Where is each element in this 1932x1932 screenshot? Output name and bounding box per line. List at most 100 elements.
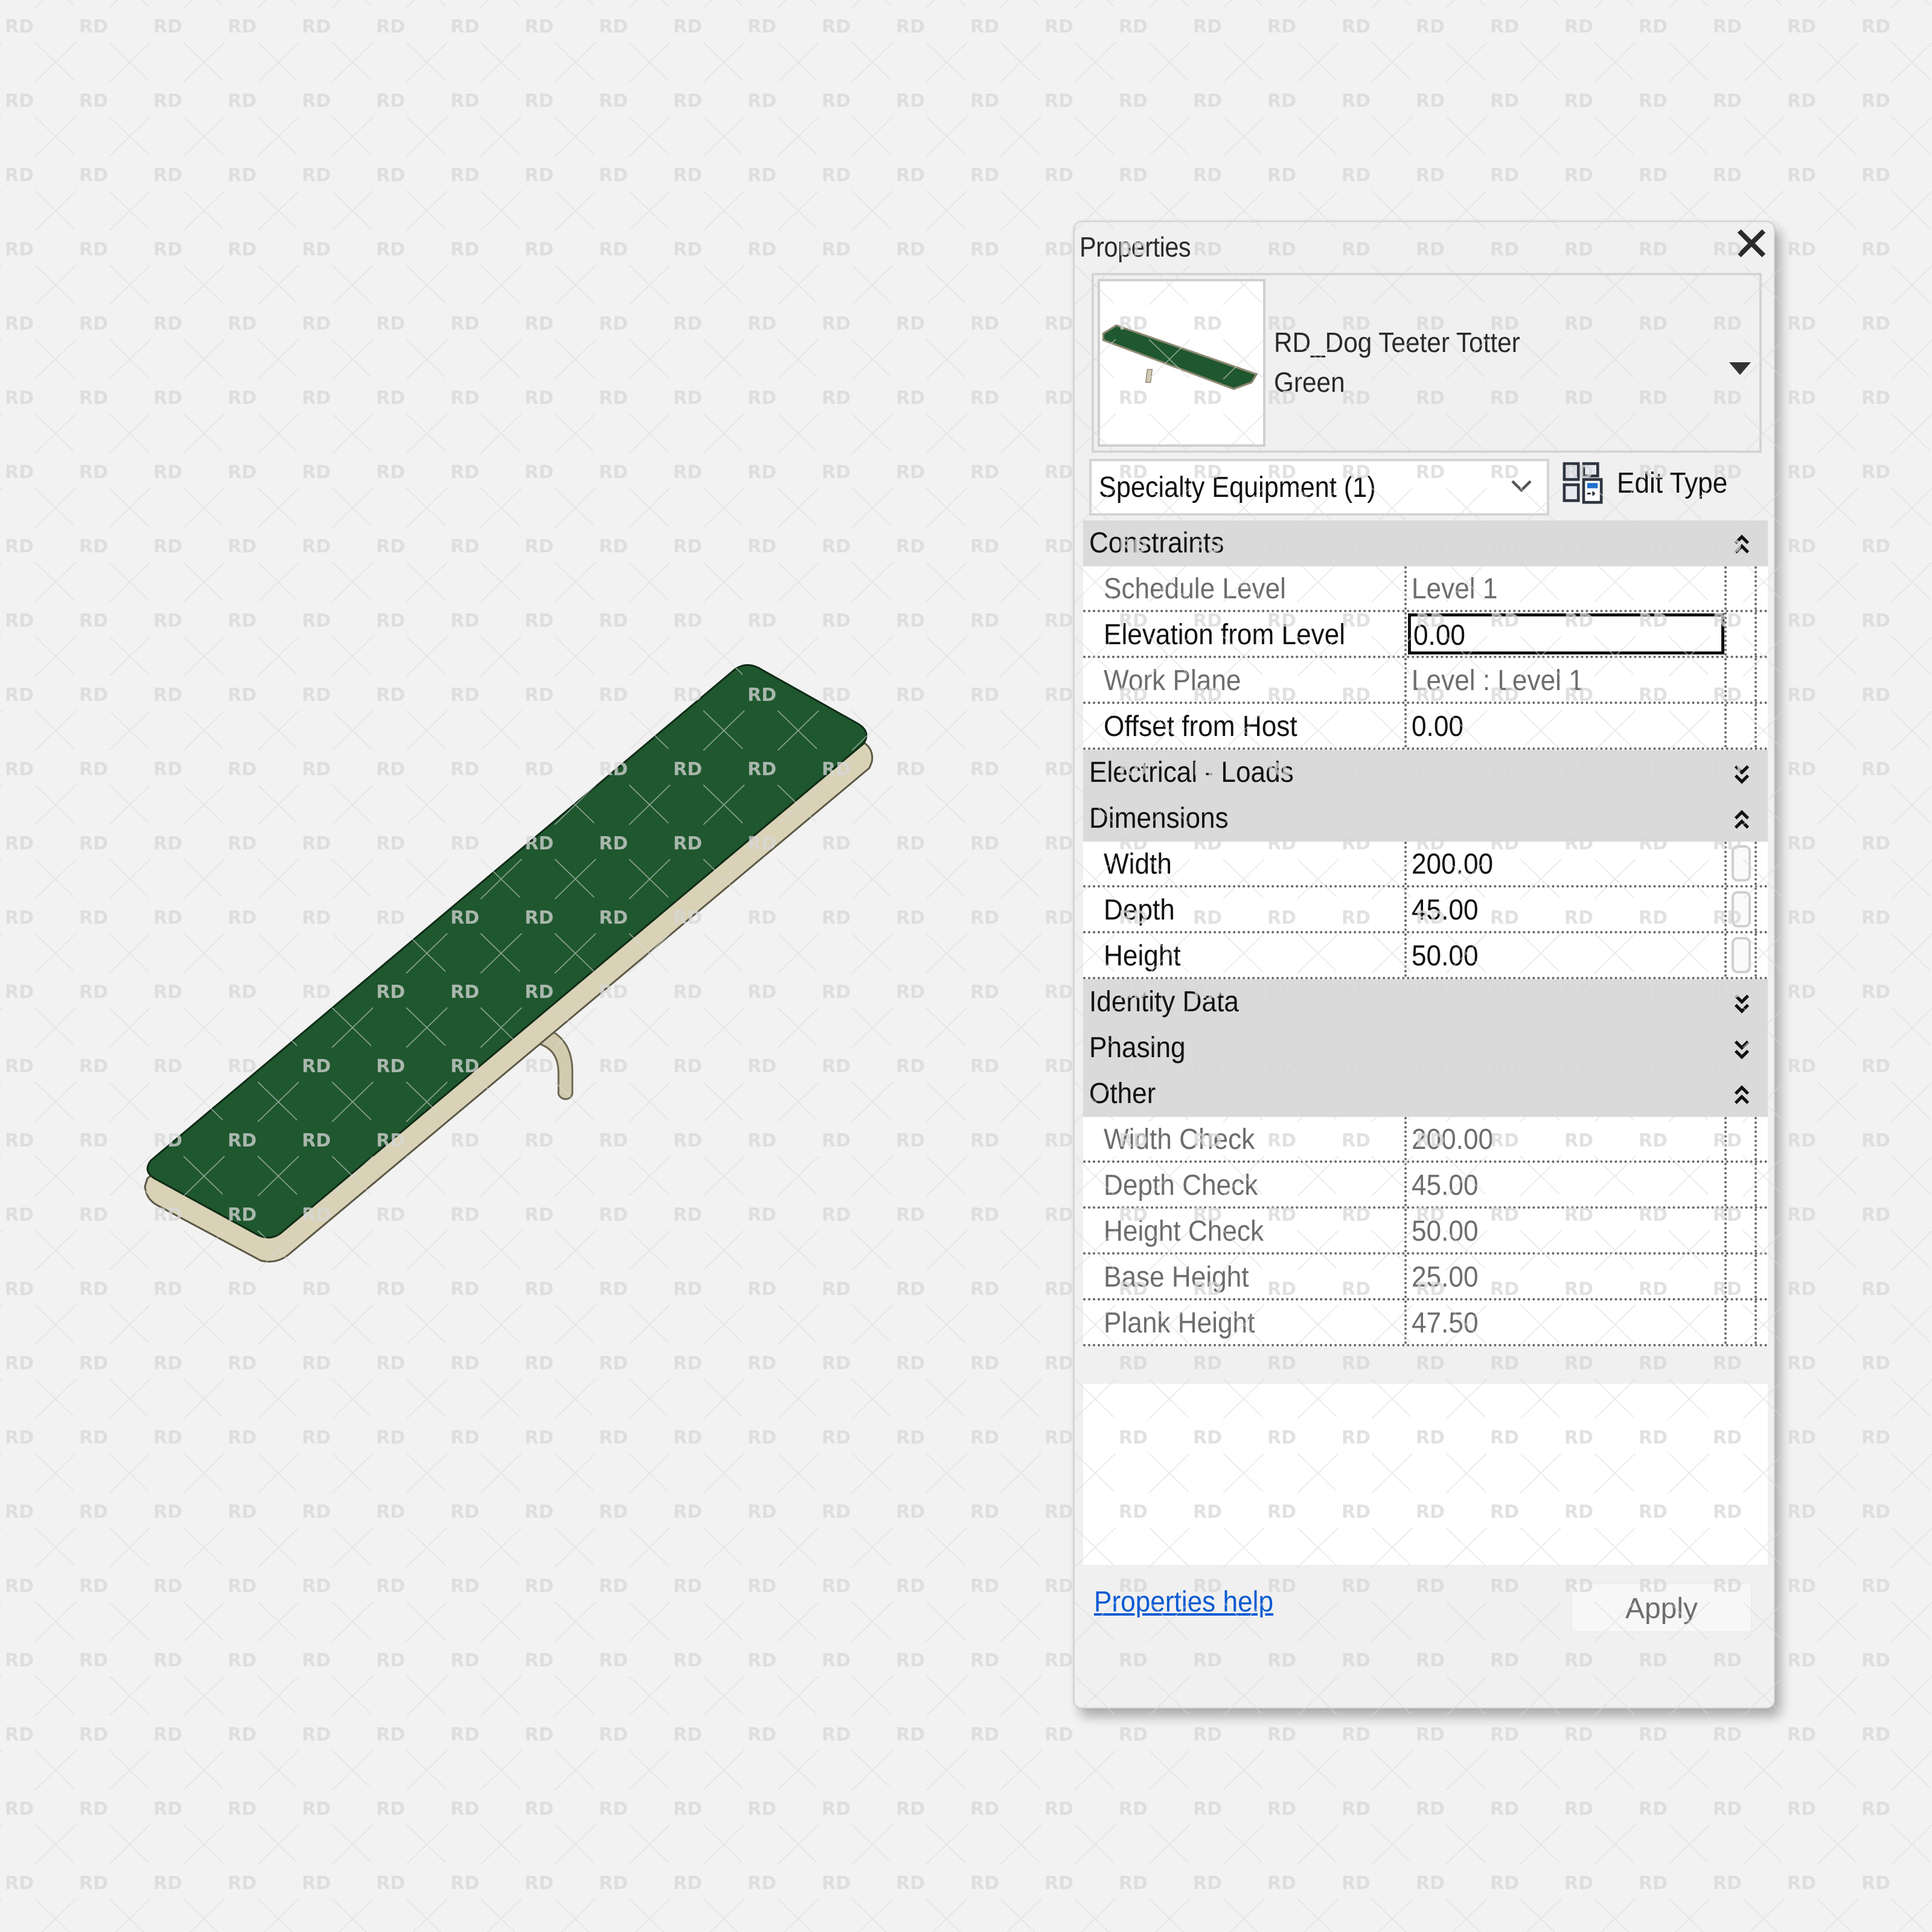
property-extra-cell	[1724, 1255, 1757, 1298]
width-input[interactable]: 200.00	[1404, 842, 1724, 885]
property-value-cell[interactable]: 0.00	[1404, 612, 1724, 656]
type-name: RD_Dog Teeter Totter Green	[1274, 322, 1541, 402]
triangle-down-icon[interactable]	[1729, 362, 1751, 377]
properties-empty-area	[1083, 1384, 1768, 1565]
property-row-base-height: Base Height 25.00	[1083, 1255, 1768, 1300]
close-button[interactable]	[1736, 228, 1767, 258]
group-label: Dimensions	[1089, 802, 1229, 834]
property-extra-cell	[1724, 1209, 1757, 1252]
group-header-identity-data[interactable]: Identity Data	[1083, 979, 1768, 1025]
depth-input[interactable]: 45.00	[1404, 888, 1724, 931]
property-extra-cell	[1724, 888, 1757, 931]
group-label: Electrical - Loads	[1089, 756, 1294, 788]
property-row-height-check: Height Check 50.00	[1083, 1209, 1768, 1255]
property-row-work-plane: Work Plane Level : Level 1	[1083, 658, 1768, 704]
property-row-height[interactable]: Height 50.00	[1083, 933, 1768, 979]
edit-type-icon	[1563, 462, 1603, 504]
property-extra-cell	[1724, 566, 1757, 610]
property-label: Width Check	[1104, 1124, 1255, 1156]
property-label: Work Plane	[1104, 665, 1241, 697]
property-label: Plank Height	[1104, 1307, 1255, 1339]
edit-type-button[interactable]: Edit Type	[1563, 459, 1737, 507]
properties-help-link[interactable]: Properties help	[1094, 1585, 1273, 1619]
type-selector[interactable]: RD_Dog Teeter Totter Green	[1092, 273, 1762, 453]
property-value: Level : Level 1	[1412, 665, 1584, 697]
property-value: 25.00	[1412, 1261, 1479, 1293]
palette-footer: Properties help Apply	[1075, 1565, 1774, 1707]
property-extra-cell	[1724, 658, 1757, 702]
property-extra-cell	[1724, 704, 1757, 747]
teeter-thumbnail-icon	[1102, 324, 1258, 390]
property-label: Width	[1104, 848, 1172, 880]
group-header-constraints[interactable]: Constraints	[1083, 520, 1768, 566]
property-row-width[interactable]: Width 200.00	[1083, 842, 1768, 888]
family-name: RD_Dog Teeter Totter	[1274, 327, 1520, 358]
property-value: 50.00	[1412, 940, 1479, 972]
property-row-width-check: Width Check 200.00	[1083, 1117, 1768, 1163]
teeter-totter-model[interactable]	[0, 0, 1063, 1932]
teeter-plank-top	[146, 664, 868, 1239]
property-value-cell: 25.00	[1404, 1255, 1724, 1298]
group-header-electrical-loads[interactable]: Electrical - Loads	[1083, 750, 1768, 796]
associate-parameter-button[interactable]	[1732, 937, 1751, 973]
property-value-cell: 47.50	[1404, 1300, 1724, 1344]
property-row-schedule-level: Schedule Level Level 1	[1083, 566, 1768, 612]
group-header-other[interactable]: Other	[1083, 1071, 1768, 1117]
collapse-icon[interactable]	[1734, 534, 1750, 555]
properties-table: Constraints Schedule Level Level 1 Eleva…	[1083, 520, 1768, 1346]
property-value: 45.00	[1412, 1169, 1479, 1201]
height-input[interactable]: 50.00	[1404, 933, 1724, 977]
edit-type-label: Edit Type	[1617, 467, 1728, 499]
offset-from-host-input[interactable]: 0.00	[1404, 704, 1724, 747]
group-header-phasing[interactable]: Phasing	[1083, 1025, 1768, 1071]
close-icon	[1737, 229, 1766, 258]
expand-icon[interactable]	[1734, 763, 1750, 785]
property-value: 0.00	[1412, 711, 1463, 743]
model-viewport[interactable]	[0, 0, 1063, 1932]
property-value-cell: 45.00	[1404, 1163, 1724, 1206]
property-row-depth[interactable]: Depth 45.00	[1083, 888, 1768, 933]
property-value: 0.00	[1413, 619, 1465, 651]
property-value: 50.00	[1412, 1215, 1479, 1247]
property-label: Height	[1104, 940, 1181, 972]
property-extra-cell	[1724, 1163, 1757, 1206]
category-filter-value: Specialty Equipment (1)	[1099, 472, 1376, 504]
group-label: Other	[1089, 1078, 1156, 1110]
property-value: 45.00	[1412, 894, 1479, 926]
property-label: Offset from Host	[1104, 711, 1297, 743]
property-extra-cell	[1724, 612, 1757, 656]
property-label: Elevation from Level	[1104, 619, 1346, 651]
property-value-cell: 50.00	[1404, 1209, 1724, 1252]
property-extra-cell	[1724, 842, 1757, 885]
property-extra-cell	[1724, 1117, 1757, 1160]
type-thumbnail	[1098, 279, 1265, 447]
apply-button[interactable]: Apply	[1571, 1583, 1752, 1633]
group-header-dimensions[interactable]: Dimensions	[1083, 796, 1768, 842]
property-value-cell: 200.00	[1404, 1117, 1724, 1160]
collapse-icon[interactable]	[1734, 1084, 1750, 1106]
property-value: Level 1	[1412, 573, 1498, 605]
chevron-down-icon	[1511, 480, 1532, 493]
property-value-cell: Level 1	[1404, 566, 1724, 610]
property-row-offset-from-host[interactable]: Offset from Host 0.00	[1083, 704, 1768, 750]
property-row-elevation-from-level[interactable]: Elevation from Level 0.00	[1083, 612, 1768, 658]
associate-parameter-button[interactable]	[1732, 845, 1751, 881]
properties-palette: Properties RD_Dog Teeter Totter Green Sp…	[1073, 221, 1775, 1709]
property-extra-cell	[1724, 1300, 1757, 1344]
property-label: Depth	[1104, 894, 1175, 926]
property-value: 47.50	[1412, 1307, 1479, 1339]
associate-parameter-button[interactable]	[1732, 891, 1751, 927]
palette-title: Properties	[1080, 231, 1191, 263]
expand-icon[interactable]	[1734, 993, 1750, 1014]
collapse-icon[interactable]	[1734, 809, 1750, 831]
property-label: Schedule Level	[1104, 573, 1286, 605]
expand-icon[interactable]	[1734, 1038, 1750, 1060]
property-label: Height Check	[1104, 1215, 1264, 1247]
property-label: Depth Check	[1104, 1169, 1258, 1201]
property-extra-cell	[1724, 933, 1757, 977]
elevation-from-level-input[interactable]: 0.00	[1408, 613, 1724, 654]
property-value: 200.00	[1412, 848, 1494, 880]
property-value: 200.00	[1412, 1124, 1494, 1156]
property-row-plank-height: Plank Height 47.50	[1083, 1300, 1768, 1346]
category-filter-dropdown[interactable]: Specialty Equipment (1)	[1089, 459, 1549, 516]
